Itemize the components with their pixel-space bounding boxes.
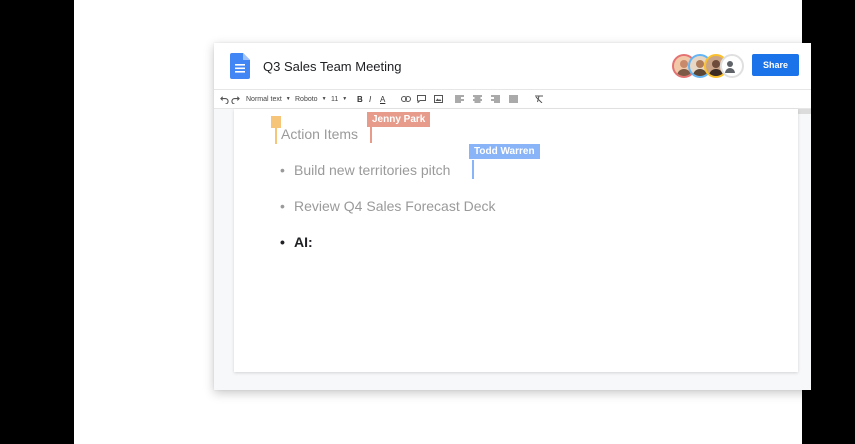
image-icon[interactable] — [434, 92, 443, 106]
list-item: • AI: — [280, 234, 313, 250]
section-heading: Action Items — [281, 126, 359, 142]
font-select-value: Roboto — [295, 95, 318, 103]
bullet-dot: • — [280, 234, 285, 250]
style-select[interactable]: Normal text ▼ — [246, 92, 291, 106]
style-select-value: Normal text — [246, 95, 282, 103]
formatting-toolbar: Normal text ▼ Roboto ▼ 11 ▼ B I A — [214, 89, 811, 109]
align-right-icon[interactable] — [491, 92, 500, 106]
align-center-icon[interactable] — [473, 92, 482, 106]
bullet-dot: • — [280, 198, 285, 214]
chevron-down-icon: ▼ — [321, 96, 327, 102]
font-select[interactable]: Roboto ▼ — [295, 92, 327, 106]
font-size-select[interactable]: 11 ▼ — [331, 92, 347, 106]
share-button[interactable]: Share — [752, 54, 799, 76]
list-item: • Review Q4 Sales Forecast Deck — [280, 198, 496, 214]
docs-window: Q3 Sales Team Meeting Share Normal text … — [214, 43, 811, 390]
collaborator-cursor — [472, 160, 474, 179]
video-frame: Q3 Sales Team Meeting Share Normal text … — [74, 0, 811, 444]
italic-button[interactable]: I — [369, 92, 371, 106]
more-collaborators-icon[interactable] — [720, 54, 744, 78]
list-item-text: Review Q4 Sales Forecast Deck — [294, 198, 496, 214]
google-docs-icon[interactable] — [230, 53, 250, 84]
list-item-text: AI: — [294, 234, 313, 250]
chevron-down-icon: ▼ — [342, 96, 348, 102]
own-cursor — [275, 126, 277, 144]
bold-button[interactable]: B — [357, 92, 363, 106]
collaborator-avatars — [672, 54, 746, 78]
text-color-button[interactable]: A — [380, 92, 385, 106]
title-bar: Q3 Sales Team Meeting Share — [214, 43, 811, 89]
list-item-text: Build new territories pitch — [294, 162, 451, 178]
document-page[interactable]: Action Items Jenny Park • Build new terri… — [234, 109, 798, 372]
document-title[interactable]: Q3 Sales Team Meeting — [263, 59, 402, 74]
redo-icon[interactable] — [231, 92, 240, 106]
align-left-icon[interactable] — [455, 92, 464, 106]
list-item: • Build new territories pitch — [280, 162, 450, 178]
font-size-value: 11 — [331, 95, 339, 103]
collaborator-name-tag: Jenny Park — [367, 112, 431, 127]
undo-icon[interactable] — [220, 92, 229, 106]
collaborator-cursor — [370, 126, 372, 143]
bullet-dot: • — [280, 162, 285, 178]
align-justify-icon[interactable] — [509, 92, 518, 106]
chevron-down-icon: ▼ — [285, 96, 291, 102]
collaborator-name-tag: Todd Warren — [469, 144, 540, 159]
comment-icon[interactable] — [417, 92, 426, 106]
link-icon[interactable] — [401, 92, 411, 106]
clear-formatting-icon[interactable] — [534, 92, 544, 106]
